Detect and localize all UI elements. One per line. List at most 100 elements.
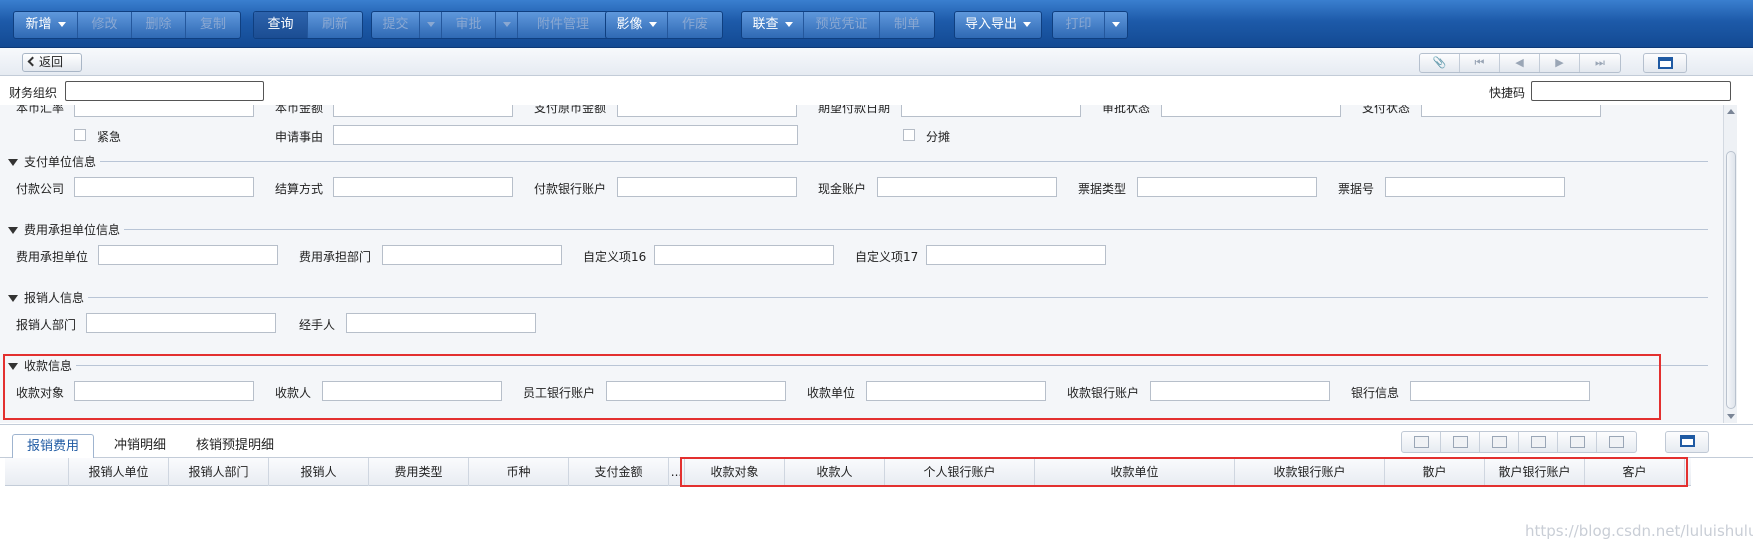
local-rate-input[interactable] <box>74 105 254 117</box>
expected-pay-date-label: 期望付款日期 <box>818 105 891 115</box>
grid-col-header[interactable]: 报销人单位 <box>69 458 169 486</box>
nav-bar: 返回 📎 ⏮ ◀ ▶ ⏭ <box>0 48 1753 76</box>
grid-col-header[interactable]: 币种 <box>469 458 569 486</box>
payer-section-title: 支付单位信息 <box>24 155 97 169</box>
org-row: 财务组织 快捷码 <box>0 77 1753 105</box>
chevron-left-icon <box>27 56 38 67</box>
chevron-down-icon <box>426 22 435 27</box>
submit-button[interactable]: 提交 <box>372 12 420 38</box>
first-record-icon[interactable]: ⏮ <box>1460 54 1500 72</box>
cost-section-title: 费用承担单位信息 <box>24 223 121 237</box>
approval-status-input[interactable] <box>1161 105 1341 117</box>
paste-row-icon[interactable] <box>1558 432 1597 452</box>
grid-col-header[interactable]: 支付金额 <box>569 458 669 486</box>
query-button[interactable]: 查询 <box>254 12 308 38</box>
handler-label: 经手人 <box>299 318 336 332</box>
tab-accrual[interactable]: 核销预提明细 <box>182 434 288 459</box>
local-rate-label: 本币汇率 <box>16 105 65 115</box>
tab-expense[interactable]: 报销费用 <box>12 434 95 459</box>
form-scrollbar[interactable] <box>1723 105 1737 423</box>
quickcode-input[interactable] <box>1531 81 1731 101</box>
collapse-triangle-icon <box>8 295 18 302</box>
payer-section-header[interactable]: 支付单位信息 <box>8 153 96 170</box>
split-checkbox[interactable] <box>903 129 915 141</box>
grid-col-header[interactable]: 报销人部门 <box>169 458 269 486</box>
last-record-icon[interactable]: ⏭ <box>1580 54 1620 72</box>
grid-col-header[interactable]: 费用类型 <box>369 458 469 486</box>
scroll-down-icon[interactable] <box>1727 414 1735 419</box>
main-toolbar: 新增 修改 删除 复制 查询 刷新 提交 审批 附件管理 影像 作废 联查 预览… <box>0 0 1753 48</box>
edit-button[interactable]: 修改 <box>78 12 132 38</box>
copy-row-icon[interactable] <box>1519 432 1558 452</box>
custom17-label: 自定义项17 <box>855 250 919 264</box>
back-button[interactable]: 返回 <box>22 53 82 72</box>
reason-input[interactable] <box>333 125 798 145</box>
grid-col-header[interactable]: 报销人 <box>269 458 369 486</box>
chevron-down-icon <box>57 22 66 27</box>
grid-layout-button[interactable] <box>1665 431 1709 453</box>
org-label: 财务组织 <box>9 86 58 100</box>
attachments-button[interactable]: 附件管理 <box>518 12 608 38</box>
payee-columns-highlight-box <box>680 457 1688 487</box>
expected-pay-date-input[interactable] <box>901 105 1081 117</box>
delete-row-icon[interactable] <box>1480 432 1519 452</box>
cost-section-header[interactable]: 费用承担单位信息 <box>8 221 120 238</box>
refresh-button[interactable]: 刷新 <box>308 12 362 38</box>
chevron-down-icon <box>784 22 793 27</box>
layout-toggle-button[interactable] <box>1643 53 1687 73</box>
section-divider <box>124 229 1708 230</box>
local-amount-label: 本币金额 <box>275 105 324 115</box>
custom17-input[interactable] <box>926 245 1106 265</box>
settle-method-input[interactable] <box>333 177 513 197</box>
add-row-icon[interactable] <box>1402 432 1441 452</box>
approve-button[interactable]: 审批 <box>442 12 496 38</box>
add-button[interactable]: 新增 <box>14 12 78 38</box>
note-number-input[interactable] <box>1385 177 1565 197</box>
reason-label: 申请事由 <box>275 130 324 144</box>
submit-dropdown[interactable] <box>420 12 442 38</box>
note-type-input[interactable] <box>1137 177 1317 197</box>
insert-row-icon[interactable] <box>1441 432 1480 452</box>
image-button[interactable]: 影像 <box>606 12 668 38</box>
record-pager: 📎 ⏮ ◀ ▶ ⏭ <box>1419 53 1621 73</box>
chevron-down-icon <box>502 22 511 27</box>
prev-record-icon[interactable]: ◀ <box>1500 54 1540 72</box>
window-icon <box>1680 435 1695 447</box>
claimant-dept-label: 报销人部门 <box>16 318 77 332</box>
scroll-thumb[interactable] <box>1726 151 1736 409</box>
grid-body[interactable] <box>5 486 1691 549</box>
back-label: 返回 <box>39 55 64 69</box>
edit-group: 新增 修改 删除 复制 <box>13 11 241 39</box>
scroll-up-icon[interactable] <box>1727 109 1735 114</box>
tab-writeoff[interactable]: 冲销明细 <box>100 434 180 459</box>
pay-status-input[interactable] <box>1421 105 1601 117</box>
chevron-down-icon <box>1023 22 1031 27</box>
row-tools <box>1401 431 1637 453</box>
handler-input[interactable] <box>346 313 536 333</box>
pay-bank-account-input[interactable] <box>617 177 797 197</box>
delete-button[interactable]: 删除 <box>132 12 186 38</box>
claimant-section-header[interactable]: 报销人信息 <box>8 289 84 306</box>
linked-query-button[interactable]: 联查 <box>742 12 804 38</box>
cash-account-input[interactable] <box>877 177 1057 197</box>
print-button[interactable]: 打印 <box>1053 12 1105 38</box>
import-export-button[interactable]: 导入导出 <box>955 12 1041 38</box>
claimant-dept-input[interactable] <box>86 313 276 333</box>
attachment-icon[interactable]: 📎 <box>1420 54 1460 72</box>
cost-dept-input[interactable] <box>382 245 562 265</box>
void-button[interactable]: 作废 <box>668 12 722 38</box>
custom16-input[interactable] <box>654 245 834 265</box>
cost-unit-input[interactable] <box>98 245 278 265</box>
preview-voucher-button[interactable]: 预览凭证 <box>804 12 880 38</box>
org-input[interactable] <box>65 81 264 101</box>
copy-button[interactable]: 复制 <box>186 12 240 38</box>
pay-orig-amount-input[interactable] <box>617 105 797 117</box>
paste-end-icon[interactable] <box>1597 432 1636 452</box>
urgent-checkbox[interactable] <box>74 129 86 141</box>
print-dropdown[interactable] <box>1105 12 1127 38</box>
next-record-icon[interactable]: ▶ <box>1540 54 1580 72</box>
local-amount-input[interactable] <box>333 105 513 117</box>
make-bill-button[interactable]: 制单 <box>880 12 934 38</box>
approve-dropdown[interactable] <box>496 12 518 38</box>
pay-company-input[interactable] <box>74 177 254 197</box>
